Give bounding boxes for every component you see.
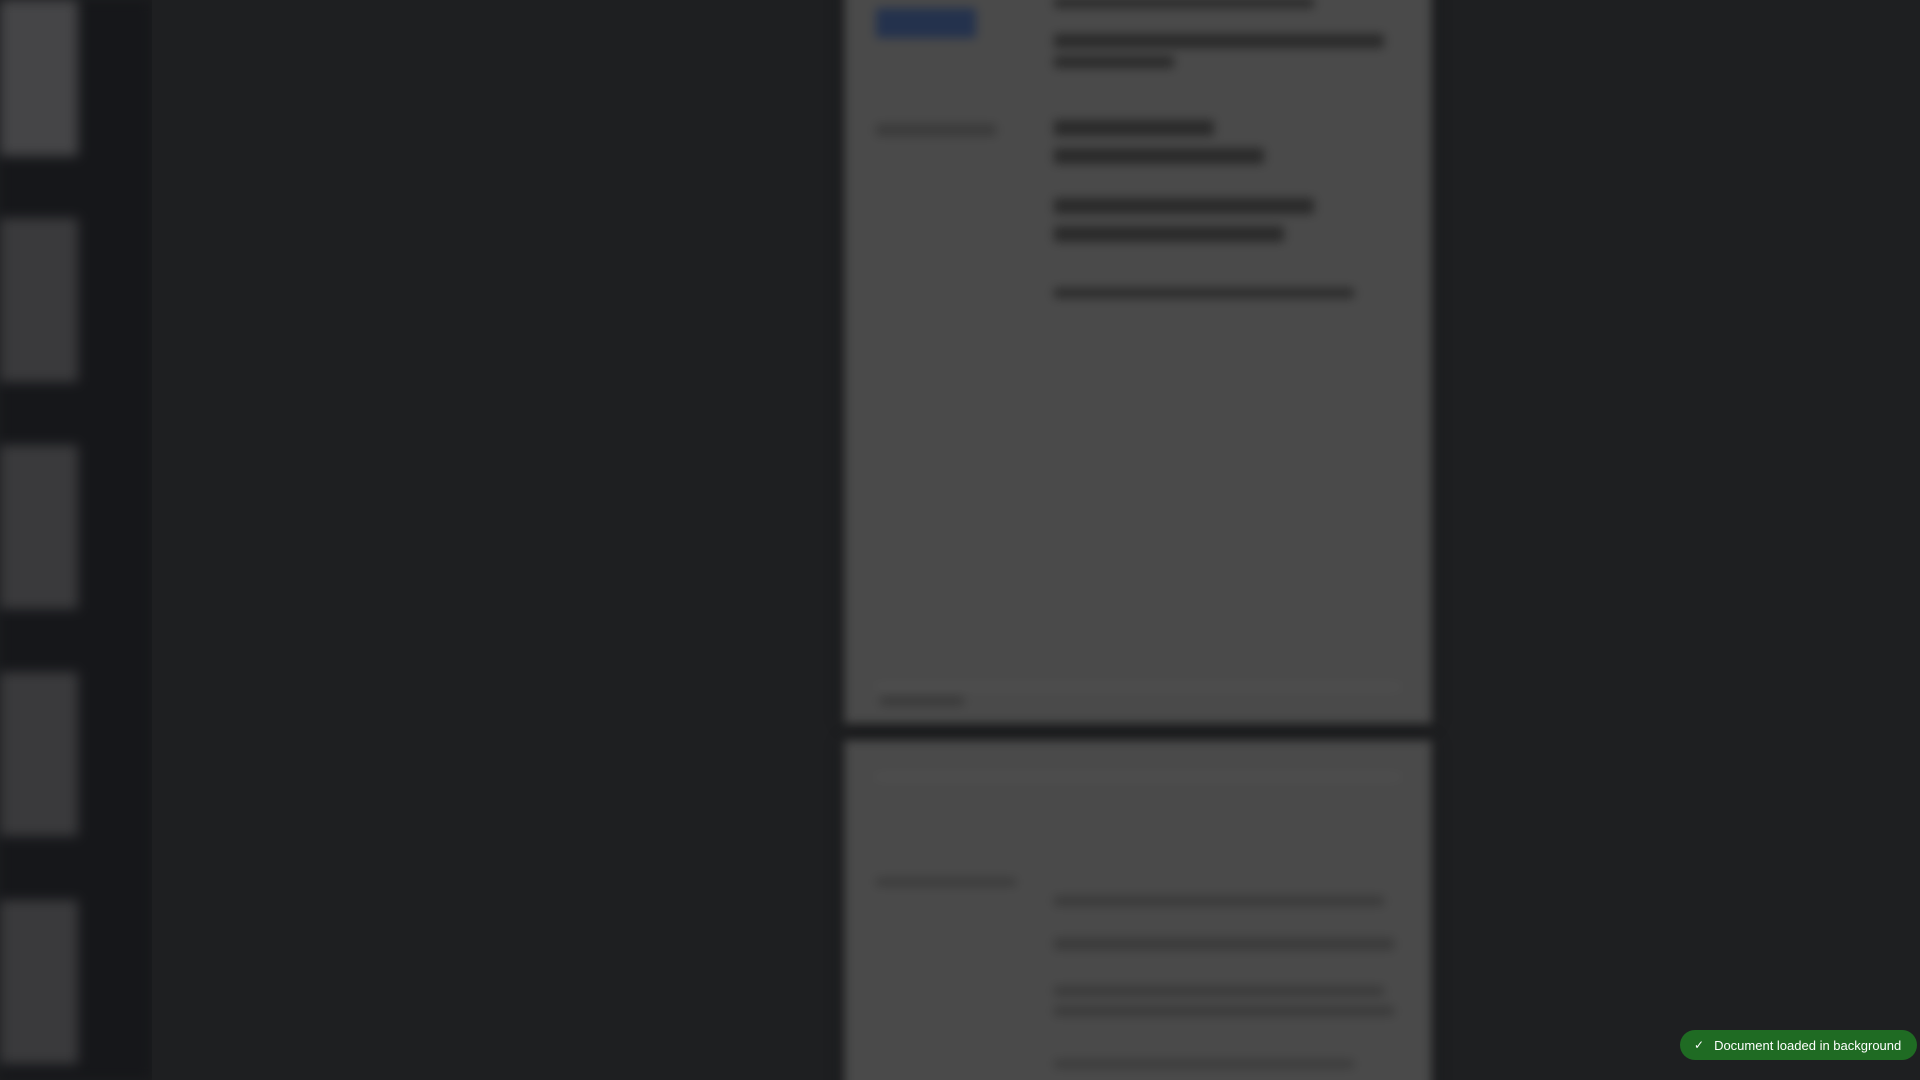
document-viewer: ✓ Document loaded in background [0, 0, 1920, 1080]
document-page [844, 0, 1432, 724]
blurred-text [1054, 148, 1264, 164]
blurred-text [1054, 896, 1384, 906]
blurred-text [1054, 120, 1214, 136]
blurred-text [1054, 226, 1284, 242]
header-rule [876, 776, 1400, 778]
thumbnail-sidebar[interactable] [0, 0, 152, 1080]
page-thumbnail[interactable] [0, 218, 78, 382]
status-toast: ✓ Document loaded in background [1680, 1030, 1918, 1060]
blurred-text [876, 878, 1016, 886]
blurred-text [1054, 288, 1354, 298]
footer-rule [876, 686, 1400, 688]
document-page [844, 740, 1432, 1080]
blurred-text [880, 696, 964, 706]
blurred-text [1054, 198, 1314, 214]
blurred-logo [876, 8, 976, 38]
blurred-text [1054, 34, 1384, 48]
blurred-text [1054, 0, 1314, 8]
page-thumbnail[interactable] [0, 900, 78, 1064]
document-canvas[interactable] [152, 0, 1920, 1080]
blurred-text [1054, 1006, 1394, 1016]
blurred-text [1054, 56, 1174, 68]
blurred-text [876, 124, 996, 136]
page-thumbnail[interactable] [0, 672, 78, 836]
page-thumbnail[interactable] [0, 445, 78, 609]
check-icon: ✓ [1694, 1038, 1705, 1052]
toast-message: Document loaded in background [1714, 1037, 1902, 1053]
blurred-text [1054, 938, 1394, 950]
blurred-text [1054, 1060, 1354, 1068]
blurred-text [1054, 986, 1384, 996]
page-thumbnail[interactable] [0, 0, 78, 156]
